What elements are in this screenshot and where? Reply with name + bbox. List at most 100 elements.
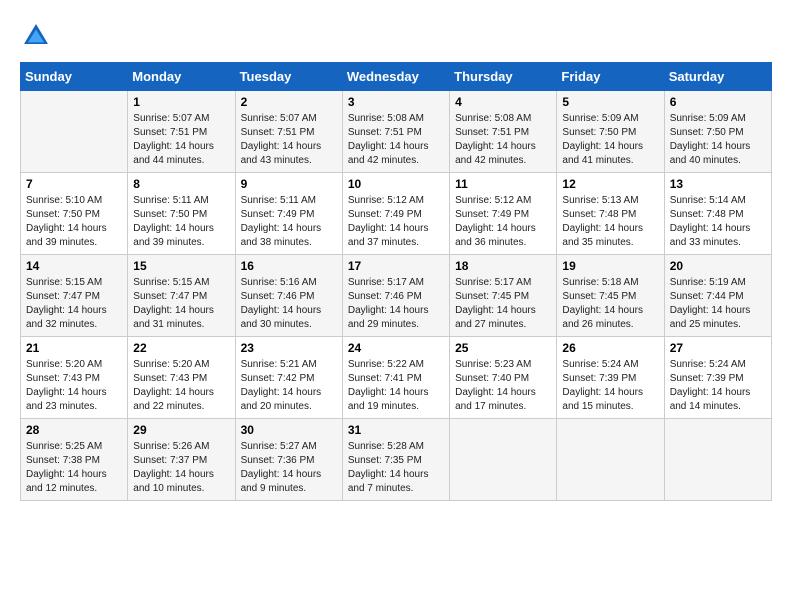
- day-info: Sunrise: 5:18 AM Sunset: 7:45 PM Dayligh…: [562, 276, 658, 332]
- header-day-tuesday: Tuesday: [235, 63, 342, 91]
- day-info: Sunrise: 5:24 AM Sunset: 7:39 PM Dayligh…: [562, 358, 658, 414]
- calendar-week-row: 1 Sunrise: 5:07 AM Sunset: 7:51 PM Daylig…: [21, 91, 772, 173]
- day-info: Sunrise: 5:25 AM Sunset: 7:38 PM Dayligh…: [26, 440, 122, 496]
- day-number: 24: [348, 341, 444, 355]
- day-number: 4: [455, 95, 551, 109]
- calendar-cell: 9 Sunrise: 5:11 AM Sunset: 7:49 PM Daylig…: [235, 173, 342, 255]
- calendar-cell: 18Sunrise: 5:17 AM Sunset: 7:45 PM Dayli…: [450, 255, 557, 337]
- day-info: Sunrise: 5:07 AM Sunset: 7:51 PM Dayligh…: [133, 112, 229, 168]
- calendar-cell: 10 Sunrise: 5:12 AM Sunset: 7:49 PM Dayli…: [342, 173, 449, 255]
- calendar-week-row: 7 Sunrise: 5:10 AM Sunset: 7:50 PM Daylig…: [21, 173, 772, 255]
- calendar-header-row: SundayMondayTuesdayWednesdayThursdayFrid…: [21, 63, 772, 91]
- day-number: 6: [670, 95, 766, 109]
- day-info: Sunrise: 5:11 AM Sunset: 7:49 PM Dayligh…: [241, 194, 337, 250]
- day-number: 31: [348, 423, 444, 437]
- header-day-wednesday: Wednesday: [342, 63, 449, 91]
- day-number: 2: [241, 95, 337, 109]
- day-number: 8: [133, 177, 229, 191]
- calendar-cell: 2 Sunrise: 5:07 AM Sunset: 7:51 PM Daylig…: [235, 91, 342, 173]
- day-number: 30: [241, 423, 337, 437]
- day-info: Sunrise: 5:17 AM Sunset: 7:45 PM Dayligh…: [455, 276, 551, 332]
- day-info: Sunrise: 5:12 AM Sunset: 7:49 PM Dayligh…: [348, 194, 444, 250]
- calendar-cell: 28 Sunrise: 5:25 AM Sunset: 7:38 PM Dayli…: [21, 419, 128, 501]
- day-info: Sunrise: 5:23 AM Sunset: 7:40 PM Dayligh…: [455, 358, 551, 414]
- day-number: 20: [670, 259, 766, 273]
- header-day-sunday: Sunday: [21, 63, 128, 91]
- day-number: 14: [26, 259, 122, 273]
- calendar-cell: 6 Sunrise: 5:09 AM Sunset: 7:50 PM Daylig…: [664, 91, 771, 173]
- calendar-cell: 11 Sunrise: 5:12 AM Sunset: 7:49 PM Dayli…: [450, 173, 557, 255]
- calendar-cell: 27 Sunrise: 5:24 AM Sunset: 7:39 PM Dayli…: [664, 337, 771, 419]
- day-info: Sunrise: 5:28 AM Sunset: 7:35 PM Dayligh…: [348, 440, 444, 496]
- day-number: 11: [455, 177, 551, 191]
- day-info: Sunrise: 5:24 AM Sunset: 7:39 PM Dayligh…: [670, 358, 766, 414]
- day-info: Sunrise: 5:27 AM Sunset: 7:36 PM Dayligh…: [241, 440, 337, 496]
- day-number: 27: [670, 341, 766, 355]
- header-day-monday: Monday: [128, 63, 235, 91]
- day-number: 9: [241, 177, 337, 191]
- calendar-week-row: 28 Sunrise: 5:25 AM Sunset: 7:38 PM Dayli…: [21, 419, 772, 501]
- logo: [20, 20, 56, 52]
- calendar-cell: [450, 419, 557, 501]
- day-number: 12: [562, 177, 658, 191]
- day-info: Sunrise: 5:07 AM Sunset: 7:51 PM Dayligh…: [241, 112, 337, 168]
- day-number: 5: [562, 95, 658, 109]
- calendar-cell: [557, 419, 664, 501]
- day-number: 25: [455, 341, 551, 355]
- header-day-friday: Friday: [557, 63, 664, 91]
- calendar-cell: 15 Sunrise: 5:15 AM Sunset: 7:47 PM Dayli…: [128, 255, 235, 337]
- day-number: 1: [133, 95, 229, 109]
- day-info: Sunrise: 5:15 AM Sunset: 7:47 PM Dayligh…: [26, 276, 122, 332]
- calendar-cell: 16Sunrise: 5:16 AM Sunset: 7:46 PM Dayli…: [235, 255, 342, 337]
- calendar-cell: 3Sunrise: 5:08 AM Sunset: 7:51 PM Daylig…: [342, 91, 449, 173]
- day-info: Sunrise: 5:08 AM Sunset: 7:51 PM Dayligh…: [455, 112, 551, 168]
- header-day-thursday: Thursday: [450, 63, 557, 91]
- day-info: Sunrise: 5:10 AM Sunset: 7:50 PM Dayligh…: [26, 194, 122, 250]
- page-header: [20, 20, 772, 52]
- calendar-cell: 30 Sunrise: 5:27 AM Sunset: 7:36 PM Dayli…: [235, 419, 342, 501]
- calendar-cell: 20 Sunrise: 5:19 AM Sunset: 7:44 PM Dayli…: [664, 255, 771, 337]
- day-number: 3: [348, 95, 444, 109]
- calendar-cell: 8 Sunrise: 5:11 AM Sunset: 7:50 PM Daylig…: [128, 173, 235, 255]
- day-info: Sunrise: 5:09 AM Sunset: 7:50 PM Dayligh…: [670, 112, 766, 168]
- calendar-cell: 7 Sunrise: 5:10 AM Sunset: 7:50 PM Daylig…: [21, 173, 128, 255]
- calendar-cell: 29 Sunrise: 5:26 AM Sunset: 7:37 PM Dayli…: [128, 419, 235, 501]
- calendar-week-row: 14 Sunrise: 5:15 AM Sunset: 7:47 PM Dayli…: [21, 255, 772, 337]
- day-number: 21: [26, 341, 122, 355]
- day-info: Sunrise: 5:17 AM Sunset: 7:46 PM Dayligh…: [348, 276, 444, 332]
- day-info: Sunrise: 5:14 AM Sunset: 7:48 PM Dayligh…: [670, 194, 766, 250]
- calendar-cell: 24 Sunrise: 5:22 AM Sunset: 7:41 PM Dayli…: [342, 337, 449, 419]
- calendar-cell: 22 Sunrise: 5:20 AM Sunset: 7:43 PM Dayli…: [128, 337, 235, 419]
- day-info: Sunrise: 5:19 AM Sunset: 7:44 PM Dayligh…: [670, 276, 766, 332]
- calendar-week-row: 21 Sunrise: 5:20 AM Sunset: 7:43 PM Dayli…: [21, 337, 772, 419]
- calendar-cell: 23Sunrise: 5:21 AM Sunset: 7:42 PM Dayli…: [235, 337, 342, 419]
- day-number: 10: [348, 177, 444, 191]
- day-number: 22: [133, 341, 229, 355]
- day-info: Sunrise: 5:20 AM Sunset: 7:43 PM Dayligh…: [133, 358, 229, 414]
- day-info: Sunrise: 5:16 AM Sunset: 7:46 PM Dayligh…: [241, 276, 337, 332]
- day-info: Sunrise: 5:13 AM Sunset: 7:48 PM Dayligh…: [562, 194, 658, 250]
- calendar-cell: 25 Sunrise: 5:23 AM Sunset: 7:40 PM Dayli…: [450, 337, 557, 419]
- day-number: 23: [241, 341, 337, 355]
- day-info: Sunrise: 5:26 AM Sunset: 7:37 PM Dayligh…: [133, 440, 229, 496]
- day-number: 29: [133, 423, 229, 437]
- calendar-cell: 13Sunrise: 5:14 AM Sunset: 7:48 PM Dayli…: [664, 173, 771, 255]
- day-info: Sunrise: 5:12 AM Sunset: 7:49 PM Dayligh…: [455, 194, 551, 250]
- day-info: Sunrise: 5:09 AM Sunset: 7:50 PM Dayligh…: [562, 112, 658, 168]
- calendar-cell: 19 Sunrise: 5:18 AM Sunset: 7:45 PM Dayli…: [557, 255, 664, 337]
- day-info: Sunrise: 5:22 AM Sunset: 7:41 PM Dayligh…: [348, 358, 444, 414]
- calendar-cell: 12 Sunrise: 5:13 AM Sunset: 7:48 PM Dayli…: [557, 173, 664, 255]
- day-number: 19: [562, 259, 658, 273]
- day-number: 15: [133, 259, 229, 273]
- calendar-cell: 26Sunrise: 5:24 AM Sunset: 7:39 PM Dayli…: [557, 337, 664, 419]
- day-number: 7: [26, 177, 122, 191]
- calendar-cell: 1 Sunrise: 5:07 AM Sunset: 7:51 PM Daylig…: [128, 91, 235, 173]
- day-info: Sunrise: 5:11 AM Sunset: 7:50 PM Dayligh…: [133, 194, 229, 250]
- day-info: Sunrise: 5:15 AM Sunset: 7:47 PM Dayligh…: [133, 276, 229, 332]
- logo-icon: [20, 20, 52, 52]
- calendar-cell: 14 Sunrise: 5:15 AM Sunset: 7:47 PM Dayli…: [21, 255, 128, 337]
- day-number: 28: [26, 423, 122, 437]
- calendar-cell: [664, 419, 771, 501]
- day-info: Sunrise: 5:20 AM Sunset: 7:43 PM Dayligh…: [26, 358, 122, 414]
- calendar-cell: 21 Sunrise: 5:20 AM Sunset: 7:43 PM Dayli…: [21, 337, 128, 419]
